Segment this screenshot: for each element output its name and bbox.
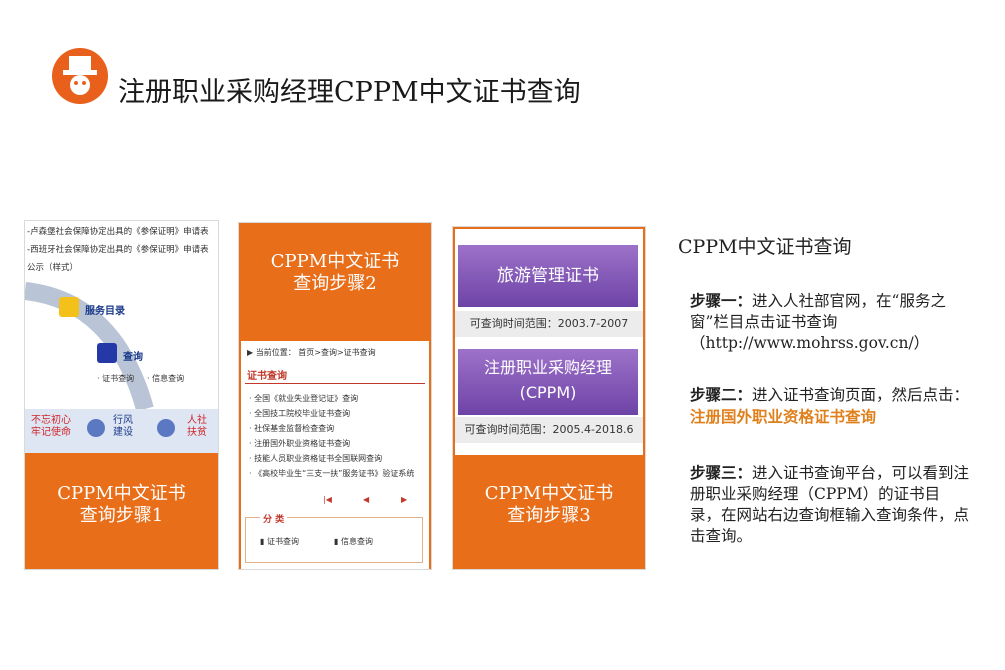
tile-item[interactable]: 人社 扶贫	[187, 415, 207, 439]
list-item[interactable]: · 注册国外职业资格证书查询	[249, 438, 350, 449]
list-item[interactable]: · 全国技工院校毕业证书查询	[249, 408, 350, 419]
step3-screenshot: 旅游管理证书 可查询时间范围：2003.7-2007 注册职业采购经理 (CPP…	[455, 229, 643, 455]
category-cert-link[interactable]: ▮ 证书查询	[260, 536, 299, 547]
range-text: 可查询时间范围：2003.7-2007	[455, 311, 643, 337]
hands-icon	[87, 419, 105, 437]
tile-label: 行风	[113, 415, 133, 426]
divider	[245, 383, 425, 384]
range-text: 可查询时间范围：2005.4-2018.6	[455, 417, 643, 443]
caption-line: 查询步骤1	[79, 505, 164, 526]
step1-panel: -卢森堡社会保障协定出具的《参保证明》申请表 -西班牙社会保障协定出具的《参保证…	[24, 220, 219, 570]
tile-item[interactable]: 行风 建设	[113, 415, 133, 439]
step1-screenshot: -卢森堡社会保障协定出具的《参保证明》申请表 -西班牙社会保障协定出具的《参保证…	[25, 221, 218, 453]
tile-label: 扶贫	[187, 427, 207, 438]
people-icon	[157, 419, 175, 437]
tile-label: 不忘初心	[31, 415, 71, 426]
tourism-cert-button[interactable]: 旅游管理证书	[458, 245, 638, 307]
right-title: CPPM中文证书查询	[678, 236, 852, 258]
caption-line: CPPM中文证书	[270, 251, 400, 272]
next-page-button[interactable]: ▶	[401, 495, 407, 504]
step3-panel: 旅游管理证书 可查询时间范围：2003.7-2007 注册职业采购经理 (CPP…	[452, 226, 646, 570]
highlight-link[interactable]: 注册国外职业资格证书查询	[690, 407, 876, 426]
tile-label: 牢记使命	[31, 427, 71, 438]
cert-label: 注册职业采购经理	[483, 358, 612, 377]
list-item[interactable]: · 全国《就业失业登记证》查询	[249, 393, 358, 404]
tile-label: 建设	[113, 427, 133, 438]
service-menu-icon	[59, 297, 79, 317]
page-title: 注册职业采购经理CPPM中文证书查询	[118, 77, 581, 108]
step-label: 步骤二：	[690, 385, 753, 404]
step2-screenshot: ▶ 当前位置： 首页>查询>证书查询 证书查询 · 全国《就业失业登记证》查询 …	[241, 341, 429, 569]
cert-label: (CPPM)	[519, 383, 577, 402]
caption-line: CPPM中文证书	[57, 483, 186, 504]
step-label: 步骤一：	[690, 291, 753, 310]
step1-caption: CPPM中文证书 查询步骤1	[25, 483, 218, 527]
step3-caption: CPPM中文证书 查询步骤3	[453, 483, 645, 527]
tile-item[interactable]: 不忘初心 牢记使命	[31, 415, 71, 439]
breadcrumb: ▶ 当前位置： 首页>查询>证书查询	[247, 348, 376, 357]
step2-panel: CPPM中文证书 查询步骤2 ▶ 当前位置： 首页>查询>证书查询 证书查询 ·…	[238, 222, 432, 570]
service-menu-link[interactable]: 服务目录	[85, 302, 125, 317]
tile-label: 人社	[187, 415, 207, 426]
list-item[interactable]: · 社保基金监督检查查询	[249, 423, 334, 434]
notice-line[interactable]: 公示（样式）	[27, 261, 78, 273]
step1-text: 步骤一：进入人社部官网，在“服务之窗”栏目点击证书查询（http://www.m…	[690, 290, 970, 354]
cppm-cert-button[interactable]: 注册职业采购经理 (CPPM)	[458, 349, 638, 415]
notice-line[interactable]: -卢森堡社会保障协定出具的《参保证明》申请表	[27, 225, 209, 237]
step2-text: 步骤二：进入证书查询页面，然后点击： 注册国外职业资格证书查询	[690, 384, 970, 428]
logo-icon	[52, 48, 108, 104]
query-link[interactable]: 查询	[123, 348, 143, 363]
step-body: 进入证书查询页面，然后点击：	[752, 386, 970, 404]
caption-line: CPPM中文证书	[484, 483, 614, 504]
cert-query-link[interactable]: · 证书查询	[97, 373, 134, 384]
tile-row: 不忘初心 牢记使命 行风 建设 人社 扶贫	[25, 409, 218, 453]
notice-line[interactable]: -西班牙社会保障协定出具的《参保证明》申请表	[27, 243, 209, 255]
category-box: 分 类 ▮ 证书查询 ▮ 信息查询	[245, 512, 423, 563]
step-label: 步骤三：	[690, 463, 753, 482]
prev-page-button[interactable]: ◀	[363, 495, 369, 504]
search-icon	[97, 343, 117, 363]
category-title: 分 类	[260, 512, 288, 525]
category-label: 信息查询	[340, 537, 373, 546]
list-item[interactable]: · 技能人员职业资格证书全国联网查询	[249, 453, 382, 464]
info-query-link[interactable]: · 信息查询	[147, 373, 184, 384]
category-label: 证书查询	[266, 537, 299, 546]
arc-decoration	[25, 282, 154, 409]
first-page-button[interactable]: |◀	[323, 495, 332, 504]
category-info-link[interactable]: ▮ 信息查询	[334, 536, 373, 547]
step3-text: 步骤三：进入证书查询平台，可以看到注册职业采购经理（CPPM）的证书目录，在网站…	[690, 462, 970, 547]
caption-line: 查询步骤2	[293, 273, 377, 294]
section-title: 证书查询	[247, 371, 287, 382]
caption-line: 查询步骤3	[507, 505, 591, 526]
step2-caption: CPPM中文证书 查询步骤2	[239, 251, 431, 295]
list-item[interactable]: · 《高校毕业生“三支一扶”服务证书》验证系统	[249, 468, 414, 479]
